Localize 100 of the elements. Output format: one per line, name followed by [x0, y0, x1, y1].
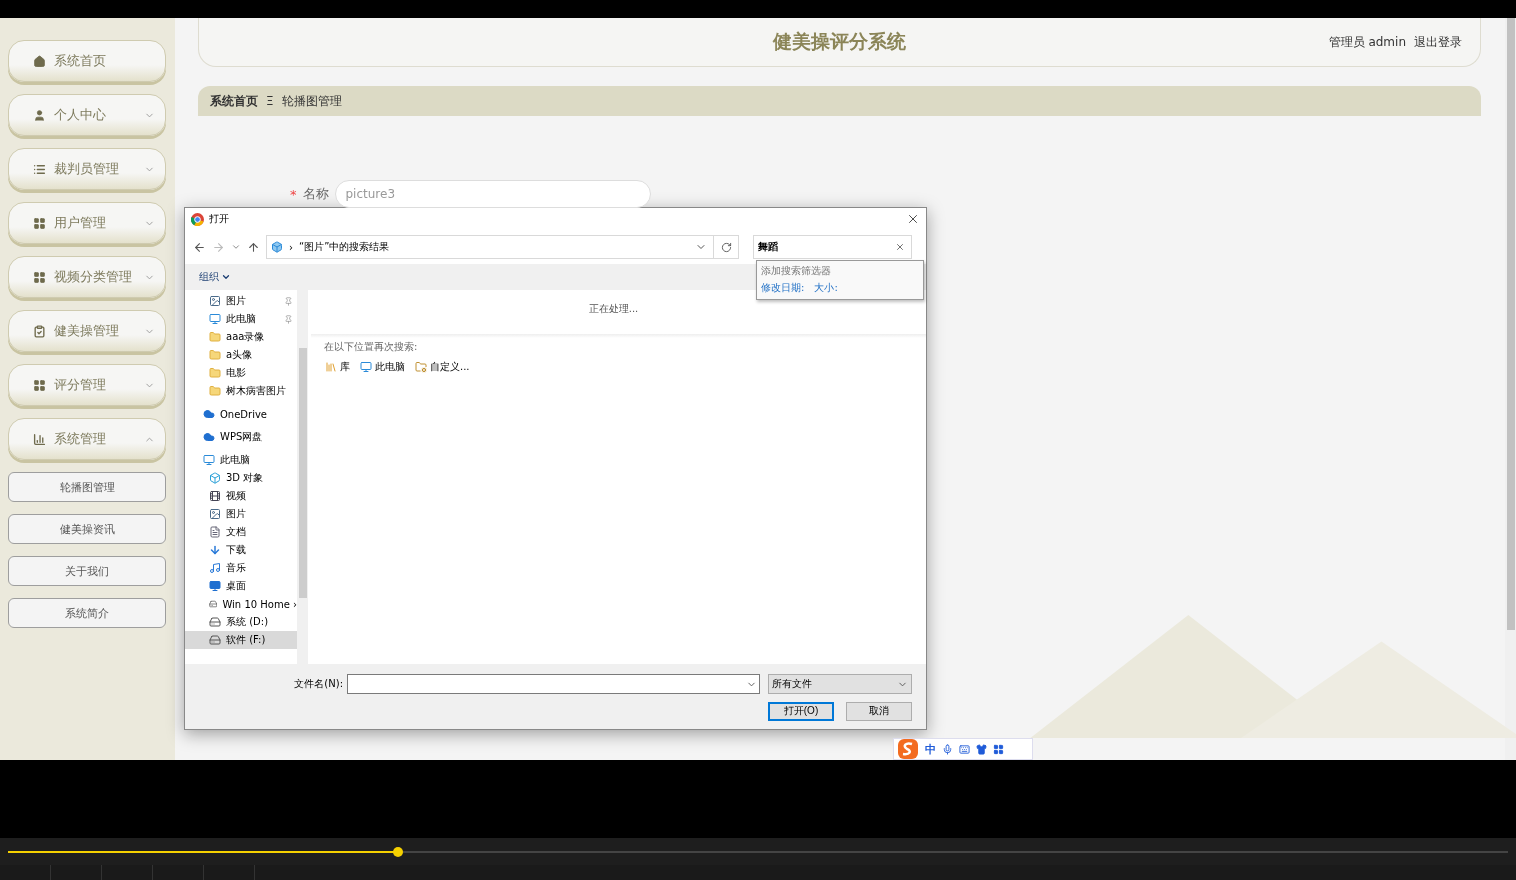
sidebar-menu-item[interactable]: 系统首页	[8, 40, 166, 82]
popup-title: 添加搜索筛选器	[761, 264, 832, 278]
nav-item[interactable]: 音乐	[185, 559, 297, 577]
cloud-icon	[203, 408, 215, 420]
cube-icon	[209, 472, 221, 484]
folder-settings-icon	[415, 361, 427, 373]
filter-link[interactable]: 修改日期:	[761, 281, 805, 295]
download-icon	[209, 544, 221, 556]
nav-item[interactable]: a头像	[185, 346, 297, 364]
nav-item[interactable]: 此电脑	[185, 451, 297, 469]
sidebar-menu-item[interactable]: 健美操管理	[8, 310, 166, 352]
nav-item[interactable]: 文档	[185, 523, 297, 541]
organize-button[interactable]: 组织	[199, 270, 231, 284]
breadcrumb-link[interactable]: 轮播图管理	[281, 92, 342, 110]
film-icon	[209, 490, 221, 502]
monitor-icon	[360, 361, 372, 373]
nav-item[interactable]: 电影	[185, 364, 297, 382]
cancel-button[interactable]: 取消	[846, 701, 912, 721]
folder-icon	[209, 331, 221, 343]
cube-icon	[271, 241, 283, 253]
refresh-button[interactable]	[713, 235, 739, 259]
list-icon	[33, 162, 46, 176]
nav-item[interactable]: 3D 对象	[185, 469, 297, 487]
nav-item[interactable]: 树木病害图片	[185, 382, 297, 400]
document-icon	[209, 526, 221, 538]
nav-item[interactable]: OneDrive	[185, 405, 297, 423]
drive-icon	[209, 634, 221, 646]
image-icon	[209, 295, 221, 307]
required-mark: *	[290, 186, 297, 202]
monitor-icon	[203, 454, 215, 466]
progress-handle[interactable]	[393, 846, 403, 857]
ime-mode[interactable]: 中	[925, 741, 936, 757]
cloud-icon	[203, 431, 215, 443]
location-link[interactable]: 库	[325, 360, 350, 374]
status-text: 正在处理...	[588, 302, 639, 316]
filename-label: 文件名(N):	[294, 677, 343, 691]
breadcrumb-separator: Ξ	[266, 94, 274, 108]
grid-icon	[33, 216, 46, 230]
nav-item[interactable]: 视频	[185, 487, 297, 505]
filename-field[interactable]	[347, 674, 760, 694]
filter-link[interactable]: 大小:	[814, 281, 838, 295]
search-field[interactable]: 舞蹈	[753, 235, 912, 259]
location-link[interactable]: 自定义...	[415, 360, 470, 374]
breadcrumb-link[interactable]: 系统首页	[210, 92, 258, 110]
file-type-dropdown[interactable]: 所有文件	[768, 674, 912, 694]
home-icon	[33, 54, 46, 68]
sidebar-menu-item[interactable]: 系统管理	[8, 418, 166, 460]
monitor-icon	[209, 313, 221, 325]
sidebar-menu-item[interactable]: 评分管理	[8, 364, 166, 406]
close-button[interactable]	[906, 212, 920, 226]
sidebar-menu-item[interactable]: 个人中心	[8, 94, 166, 136]
address-path: “图片”中的搜索结果	[299, 240, 391, 254]
logout-link[interactable]: 退出登录	[1414, 34, 1462, 51]
nav-item[interactable]: 桌面	[185, 577, 297, 595]
sidebar-menu-item[interactable]: 裁判员管理	[8, 148, 166, 190]
nav-item[interactable]: WPS网盘	[185, 428, 297, 446]
nav-item[interactable]: aaa录像	[185, 328, 297, 346]
nav-item[interactable]: 图片	[185, 505, 297, 523]
nav-item[interactable]: 图片	[185, 292, 297, 310]
library-icon	[325, 361, 337, 373]
folder-icon	[209, 367, 221, 379]
submenu-item[interactable]: 轮播图管理	[8, 472, 166, 502]
user-label: 管理员 admin	[1328, 34, 1406, 51]
location-link[interactable]: 此电脑	[360, 360, 405, 374]
open-button[interactable]: 打开(O)	[768, 701, 835, 721]
shirt-icon[interactable]	[976, 743, 987, 755]
sidebar-menu-item[interactable]: 视频分类管理	[8, 256, 166, 298]
nav-item[interactable]: 系统 (D:)	[185, 613, 297, 631]
history-chevron-icon[interactable]	[231, 242, 241, 252]
refresh-icon	[720, 241, 732, 253]
keyboard-icon[interactable]	[959, 743, 970, 755]
microphone-icon[interactable]	[942, 743, 953, 755]
grid-icon[interactable]	[993, 743, 1004, 755]
nav-item[interactable]: Win 10 Home ›	[185, 595, 297, 613]
browser-logo-icon	[191, 212, 204, 226]
address-bar[interactable]: › “图片”中的搜索结果	[266, 235, 714, 259]
search-again-label: 在以下位置再次搜索:	[324, 340, 419, 354]
sidebar-menu-item[interactable]: 用户管理	[8, 202, 166, 244]
image-icon	[209, 508, 221, 520]
nav-item[interactable]: 此电脑	[185, 310, 297, 328]
clear-icon[interactable]	[895, 242, 905, 252]
user-icon	[33, 108, 46, 122]
folder-icon	[209, 349, 221, 361]
nav-item[interactable]: 软件 (F:)	[185, 631, 297, 649]
scrollbar[interactable]	[1505, 18, 1516, 760]
field-label: 名称	[302, 185, 329, 203]
up-icon[interactable]	[247, 240, 260, 254]
back-icon[interactable]	[193, 240, 206, 254]
dialog-title: 打开	[209, 212, 229, 226]
folder-icon	[209, 385, 221, 397]
bar-chart-icon	[33, 432, 46, 446]
clipboard-check-icon	[33, 324, 46, 338]
drive-icon	[209, 616, 221, 628]
desktop-icon	[209, 580, 221, 592]
submenu-item[interactable]: 系统简介	[8, 598, 166, 628]
grid-icon	[33, 270, 46, 284]
submenu-item[interactable]: 关于我们	[8, 556, 166, 586]
submenu-item[interactable]: 健美操资讯	[8, 514, 166, 544]
caret-icon	[221, 272, 231, 282]
nav-item[interactable]: 下载	[185, 541, 297, 559]
